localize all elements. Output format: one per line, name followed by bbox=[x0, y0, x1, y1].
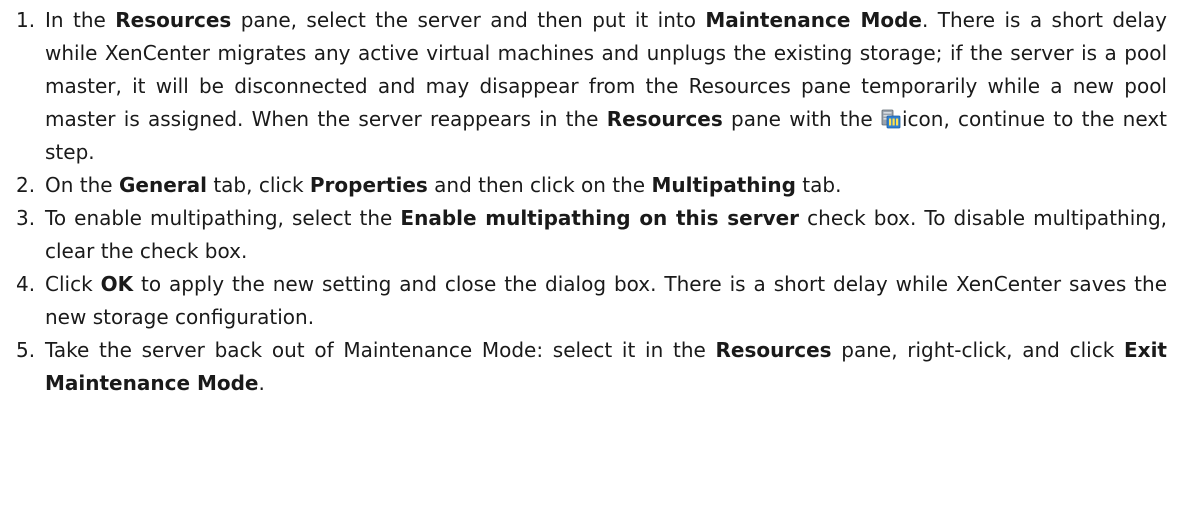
step-text: tab, click bbox=[206, 173, 310, 197]
step-item: 1. In the Resources pane, select the serv… bbox=[0, 4, 1189, 169]
step-text: To enable multipathing, select the bbox=[45, 206, 401, 230]
ui-term-text: Properties bbox=[309, 173, 428, 197]
ui-term-text: Multipathing bbox=[651, 173, 796, 197]
step-text: and then click on the bbox=[427, 173, 652, 197]
step-number: 5. bbox=[16, 338, 36, 362]
step-text: In the bbox=[45, 8, 116, 32]
step-text: to apply the new setting and close the d… bbox=[45, 272, 1168, 329]
step-text: tab. bbox=[795, 173, 842, 197]
ui-term-text: Maintenance Mode bbox=[705, 8, 922, 32]
ui-term-text: Resources bbox=[715, 338, 832, 362]
step-number: 3. bbox=[16, 206, 36, 230]
procedure-steps-list: 1. In the Resources pane, select the serv… bbox=[0, 4, 1189, 400]
step-text: pane, right-click, and click bbox=[831, 338, 1124, 362]
step-number: 2. bbox=[16, 173, 36, 197]
ui-term-text: Resources bbox=[115, 8, 232, 32]
step-number: 1. bbox=[16, 8, 36, 32]
ui-term-text: Resources bbox=[606, 107, 723, 131]
step-text: pane, select the server and then put it … bbox=[231, 8, 706, 32]
ui-term-text: General bbox=[118, 173, 207, 197]
ui-term-text: Enable multipathing on this server bbox=[400, 206, 800, 230]
step-item: 3. To enable multipathing, select the Ena… bbox=[0, 202, 1189, 268]
server-maintenance-icon bbox=[881, 106, 901, 129]
step-text: On the bbox=[45, 173, 119, 197]
step-item: 2. On the General tab, click Properties a… bbox=[0, 169, 1189, 202]
document-body: 1. In the Resources pane, select the serv… bbox=[0, 0, 1189, 515]
step-item: 4. Click OK to apply the new setting and … bbox=[0, 268, 1189, 334]
step-text: Take the server back out of Maintenance … bbox=[45, 338, 716, 362]
step-text: pane with the bbox=[722, 107, 881, 131]
step-text: Click bbox=[45, 272, 101, 296]
step-text: . bbox=[258, 371, 265, 395]
step-number: 4. bbox=[16, 272, 36, 296]
step-item: 5. Take the server back out of Maintenanc… bbox=[0, 334, 1189, 400]
ui-term-text: OK bbox=[100, 272, 134, 296]
